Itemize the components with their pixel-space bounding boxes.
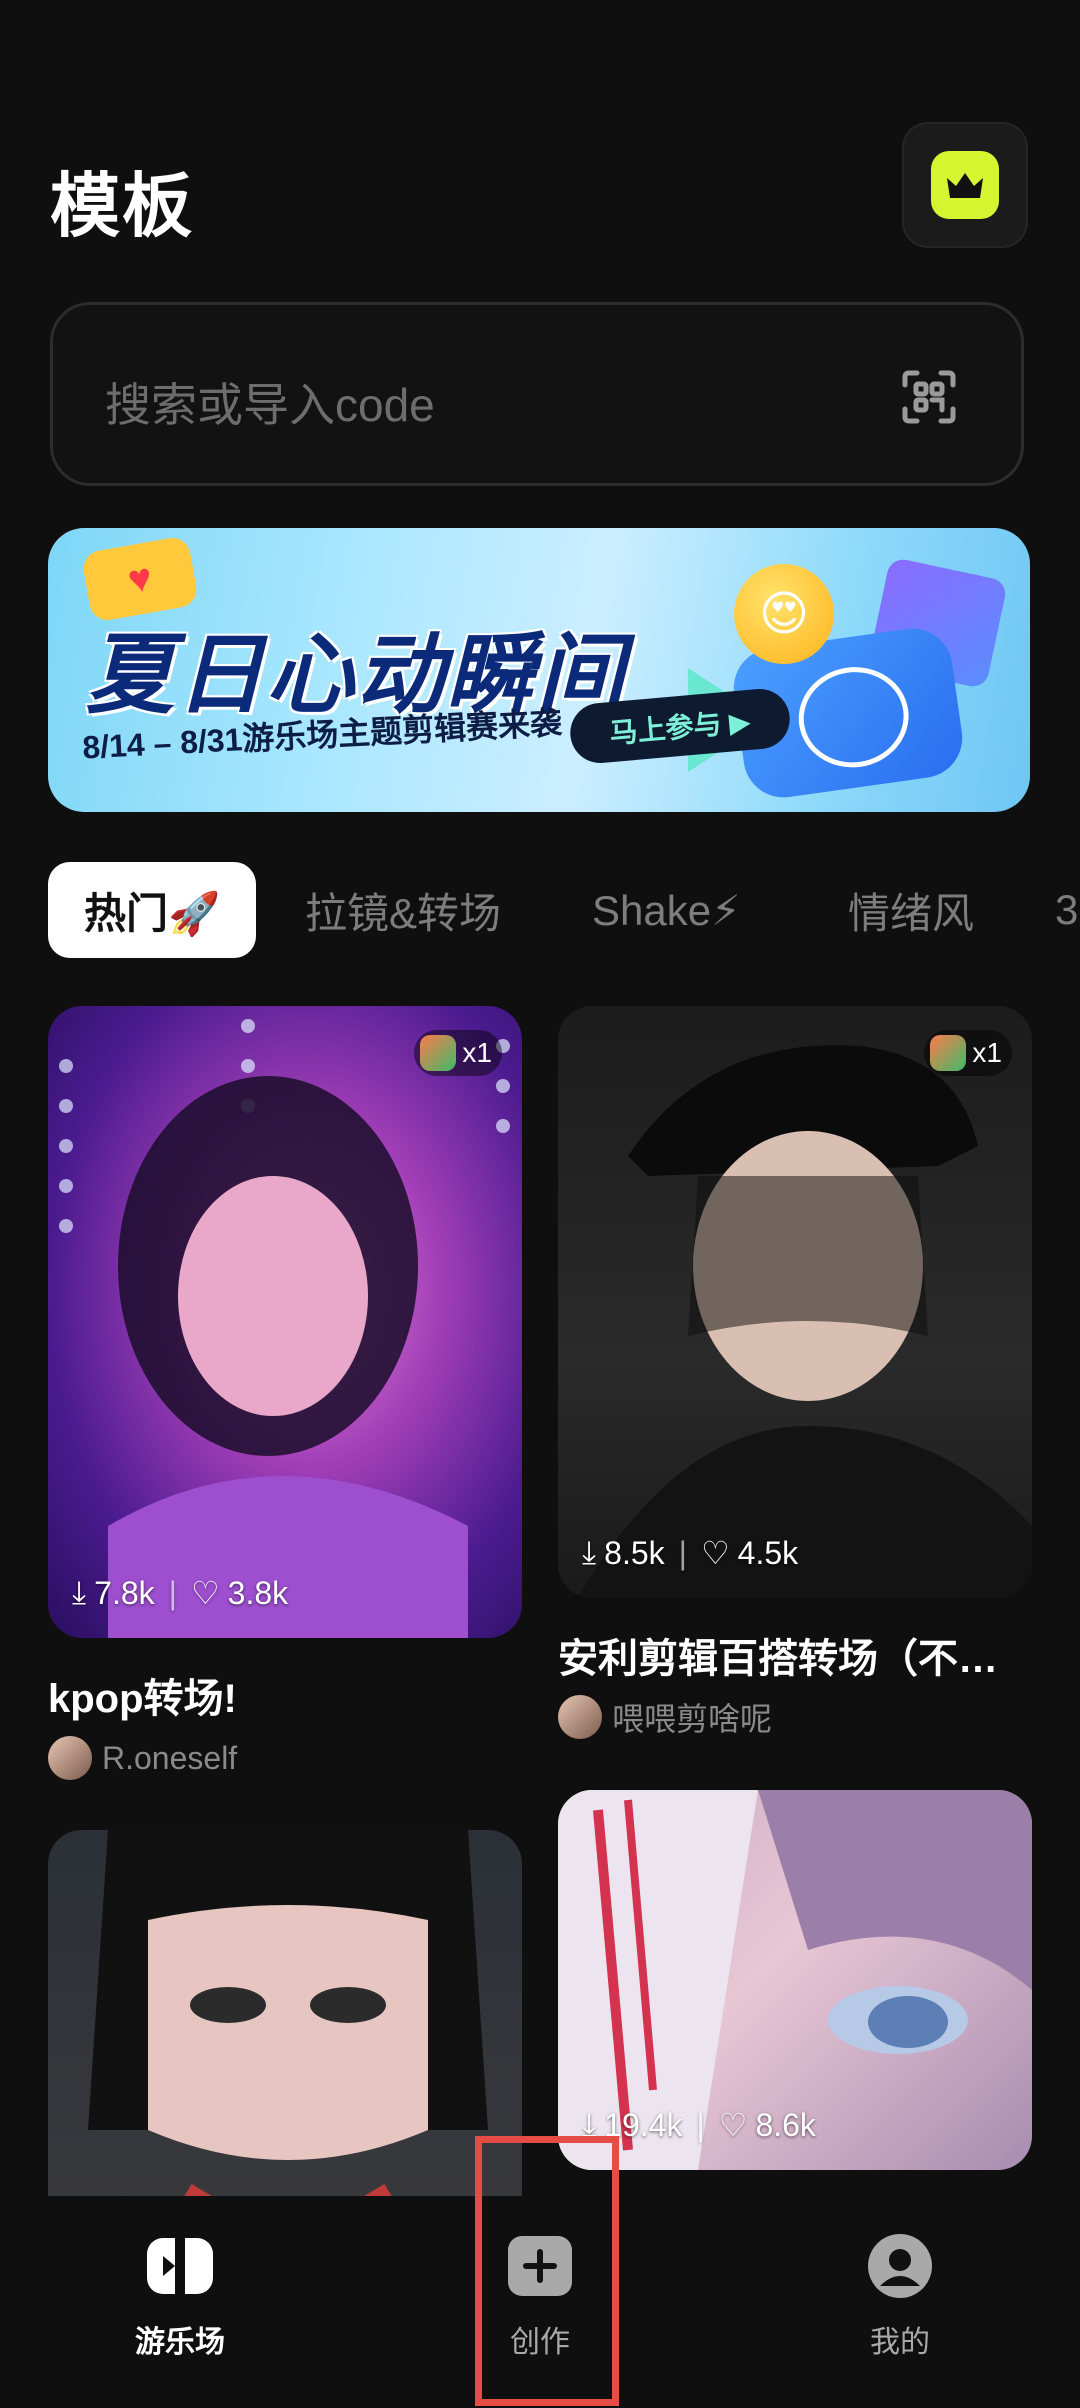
download-icon: ⤓ xyxy=(72,1574,87,1610)
like-count: 8.6k xyxy=(755,2106,816,2143)
heart-icon: ♡ xyxy=(700,1535,730,1571)
tab-emotion[interactable]: 情绪风 xyxy=(848,862,974,958)
template-title[interactable]: kpop转场! xyxy=(48,1666,522,1724)
author-name: 喂喂剪啥呢 xyxy=(612,1701,773,1737)
usage-badge: x1 xyxy=(414,1030,502,1076)
tab-shake[interactable]: Shake⚡ xyxy=(592,862,741,958)
template-title[interactable]: 安利剪辑百搭转场（不… xyxy=(558,1626,1032,1684)
template-stats: ⤓ 7.8k | ♡ 3.8k xyxy=(72,1574,288,1612)
playground-icon xyxy=(147,2238,213,2294)
author-name: R.oneself xyxy=(102,1739,238,1776)
app-icon xyxy=(420,1035,457,1071)
download-count: 8.5k xyxy=(604,1534,665,1571)
nav-label-playground: 游乐场 xyxy=(135,2326,225,2359)
heart-icon: ♡ xyxy=(190,1575,220,1611)
tab-more[interactable]: 3 xyxy=(1055,862,1078,958)
usage-badge: x1 xyxy=(924,1030,1012,1076)
download-icon: ⤓ xyxy=(582,1534,597,1570)
highlight-annotation-box xyxy=(475,2136,619,2406)
template-author[interactable]: R.oneself xyxy=(48,1736,237,1780)
template-card[interactable]: ⤓ 19.4k | ♡ 8.6k xyxy=(558,1790,1032,2170)
category-tabs: 热门🚀 拉镜&转场 Shake⚡ 情绪风 3 xyxy=(0,862,1080,958)
nav-label-profile: 我的 xyxy=(870,2326,930,2359)
tab-zoom-transition[interactable]: 拉镜&转场 xyxy=(305,862,501,958)
template-stats: ⤓ 8.5k | ♡ 4.5k xyxy=(582,1534,798,1572)
heart-eyes-emoji-icon: 😍 xyxy=(734,564,834,664)
search-bar[interactable]: 搜索或导入code xyxy=(50,302,1024,486)
divider: | xyxy=(168,1574,177,1611)
avatar xyxy=(48,1736,92,1780)
template-card[interactable]: x1 ⤓ 7.8k | ♡ 3.8k xyxy=(48,1006,522,1638)
template-thumbnail xyxy=(578,1045,1032,1598)
crown-icon xyxy=(931,151,999,219)
divider: | xyxy=(678,1534,687,1571)
scan-code-icon[interactable] xyxy=(899,367,959,427)
search-input[interactable]: 搜索或导入code xyxy=(105,369,435,435)
template-card[interactable]: x1 ⤓ 8.5k | ♡ 4.5k xyxy=(558,1006,1032,1598)
page-title: 模板 xyxy=(50,167,194,245)
heart-icon: ♡ xyxy=(718,2107,748,2143)
template-author[interactable]: 喂喂剪啥呢 xyxy=(558,1694,772,1740)
divider: | xyxy=(696,2106,705,2143)
like-count: 3.8k xyxy=(227,1574,289,1611)
avatar xyxy=(558,1695,602,1739)
tab-hot[interactable]: 热门🚀 xyxy=(48,862,257,958)
template-thumbnail xyxy=(88,1830,488,2250)
app-icon xyxy=(930,1035,967,1071)
template-thumbnail xyxy=(59,1019,510,1638)
nav-item-playground[interactable]: 游乐场 xyxy=(90,2234,270,2361)
download-count: 7.8k xyxy=(94,1574,155,1611)
nav-item-profile[interactable]: 我的 xyxy=(810,2234,990,2361)
template-card[interactable] xyxy=(48,1830,522,2250)
profile-icon xyxy=(868,2234,932,2298)
like-count: 4.5k xyxy=(737,1534,799,1571)
vip-button[interactable] xyxy=(902,122,1028,248)
promo-banner[interactable]: ♥ 夏日心动瞬间 8/14 – 8/31游乐场主题剪辑赛来袭 😍 马上参与 ▶ xyxy=(48,528,1030,812)
